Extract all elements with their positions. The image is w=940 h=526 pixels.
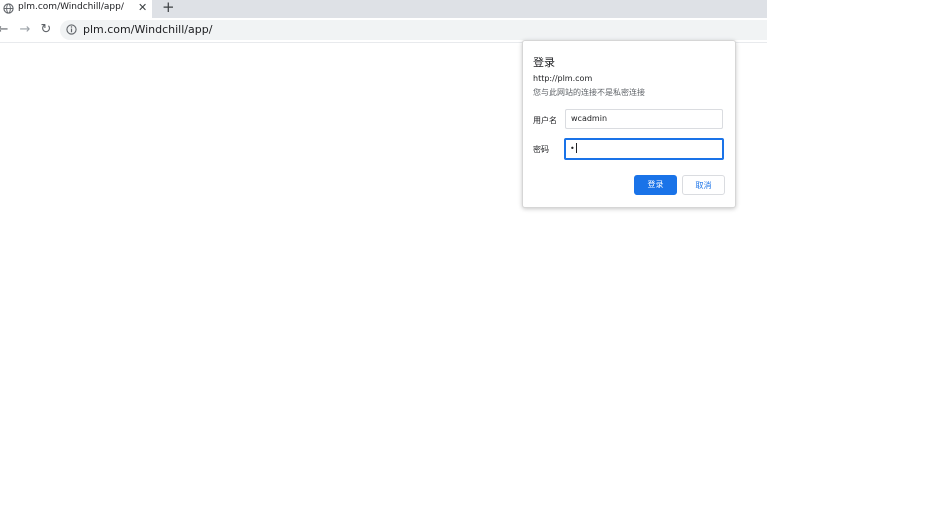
info-icon[interactable] <box>66 24 77 35</box>
back-arrow-icon[interactable]: ← <box>0 20 12 40</box>
close-tab-icon[interactable]: ✕ <box>138 1 147 15</box>
forward-arrow-icon[interactable]: → <box>16 20 34 40</box>
login-button[interactable]: 登录 <box>634 175 677 195</box>
globe-icon <box>3 3 14 14</box>
reload-icon[interactable]: ↻ <box>37 20 55 40</box>
cancel-button[interactable]: 取消 <box>682 175 725 195</box>
text-caret <box>575 143 577 153</box>
http-auth-dialog: 登录 http://plm.com 您与此网站的连接不是私密连接 用户名 wca… <box>522 40 736 208</box>
password-value: • <box>570 143 577 153</box>
dialog-title: 登录 <box>533 56 555 69</box>
browser-tab[interactable]: plm.com/Windchill/app/ ✕ <box>0 0 152 18</box>
username-value: wcadmin <box>571 114 608 123</box>
password-field[interactable]: • <box>564 138 724 160</box>
password-label: 密码 <box>533 145 549 154</box>
dialog-site: http://plm.com <box>533 74 593 83</box>
username-field[interactable]: wcadmin <box>565 109 723 129</box>
username-label: 用户名 <box>533 116 557 125</box>
address-bar[interactable]: plm.com/Windchill/app/ <box>60 20 767 40</box>
tab-strip: plm.com/Windchill/app/ ✕ + <box>0 0 767 18</box>
dialog-warning: 您与此网站的连接不是私密连接 <box>533 88 645 97</box>
tab-title: plm.com/Windchill/app/ <box>18 2 124 12</box>
url-text[interactable]: plm.com/Windchill/app/ <box>83 23 212 36</box>
new-tab-icon[interactable]: + <box>162 0 175 16</box>
